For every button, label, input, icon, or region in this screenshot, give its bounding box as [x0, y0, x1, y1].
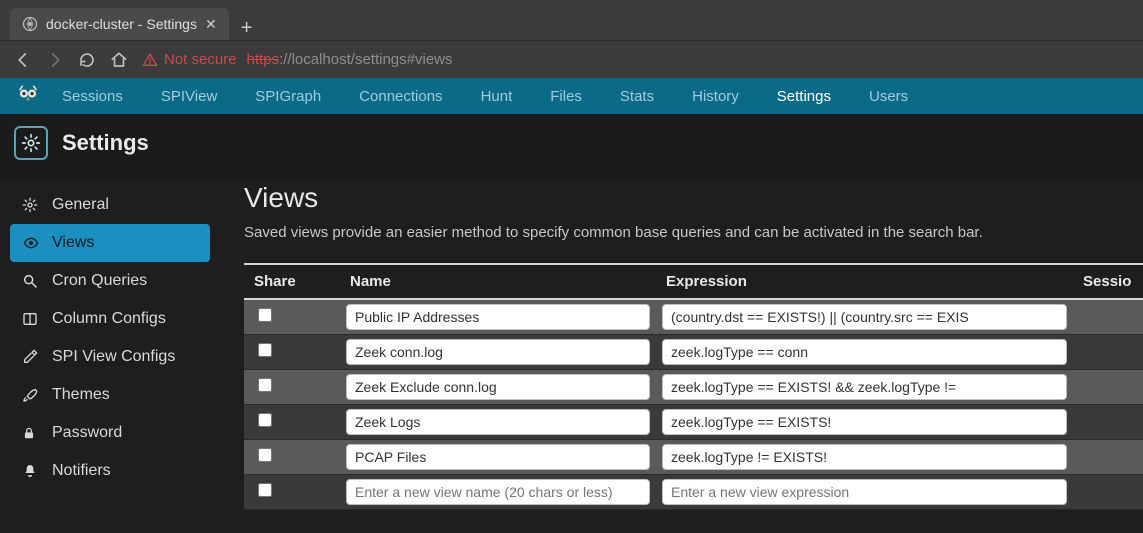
sidebar-item-label: Notifiers [52, 462, 111, 480]
new-tab-button[interactable]: + [229, 17, 265, 40]
nav-hunt[interactable]: Hunt [481, 88, 513, 105]
sidebar-item-label: SPI View Configs [52, 348, 175, 366]
sidebar-item-label: Password [52, 424, 122, 442]
table-row [244, 299, 1143, 335]
settings-sidebar: General Views Cron Queries Column Configs SP… [0, 178, 220, 531]
app-top-nav: Sessions SPIView SPIGraph Connections Hunt Fi… [0, 78, 1143, 114]
sidebar-item-themes[interactable]: Themes [10, 376, 210, 414]
bell-icon [22, 463, 40, 479]
sidebar-item-spi-view-configs[interactable]: SPI View Configs [10, 338, 210, 376]
new-view-name-input[interactable] [346, 479, 650, 505]
nav-back-icon[interactable] [14, 51, 32, 69]
columns-icon [22, 311, 40, 327]
sidebar-item-label: General [52, 196, 109, 214]
views-heading: Views [244, 182, 1143, 214]
settings-badge-icon [14, 126, 48, 160]
address-bar[interactable]: Not secure https://localhost/settings#vi… [142, 51, 1129, 68]
sidebar-item-column-configs[interactable]: Column Configs [10, 300, 210, 338]
browser-chrome: docker-cluster - Settings ✕ + Not secure… [0, 0, 1143, 78]
nav-sessions[interactable]: Sessions [62, 88, 123, 105]
nav-spiview[interactable]: SPIView [161, 88, 217, 105]
view-name-input[interactable] [346, 409, 650, 435]
url-text: https://localhost/settings#views [247, 51, 453, 68]
tab-title: docker-cluster - Settings [46, 16, 197, 32]
view-expression-input[interactable] [662, 444, 1067, 470]
views-table: Share Name Expression Sessio [244, 263, 1143, 510]
share-checkbox[interactable] [258, 343, 272, 357]
browser-tab[interactable]: docker-cluster - Settings ✕ [10, 8, 229, 40]
view-name-input[interactable] [346, 304, 650, 330]
search-icon [22, 273, 40, 289]
view-expression-input[interactable] [662, 409, 1067, 435]
brush-icon [22, 387, 40, 403]
share-checkbox[interactable] [258, 448, 272, 462]
table-row [244, 440, 1143, 475]
sidebar-item-label: Column Configs [52, 310, 166, 328]
sidebar-item-label: Themes [52, 386, 110, 404]
view-name-input[interactable] [346, 444, 650, 470]
sidebar-item-notifiers[interactable]: Notifiers [10, 452, 210, 490]
col-header-expression[interactable]: Expression [656, 264, 1073, 299]
app-logo-owl-icon[interactable] [14, 82, 42, 110]
security-warning[interactable]: Not secure [142, 51, 237, 68]
tab-close-icon[interactable]: ✕ [205, 16, 217, 33]
table-row [244, 405, 1143, 440]
view-expression-input[interactable] [662, 374, 1067, 400]
page-header: Settings [0, 114, 1143, 178]
table-row [244, 370, 1143, 405]
main-content: Views Saved views provide an easier meth… [220, 178, 1143, 531]
nav-stats[interactable]: Stats [620, 88, 654, 105]
nav-reload-icon[interactable] [78, 51, 96, 69]
table-row-new [244, 475, 1143, 510]
sidebar-item-label: Cron Queries [52, 272, 147, 290]
col-header-share[interactable]: Share [244, 264, 340, 299]
view-expression-input[interactable] [662, 339, 1067, 365]
nav-forward-icon [46, 51, 64, 69]
sidebar-item-cron-queries[interactable]: Cron Queries [10, 262, 210, 300]
tab-favicon [22, 16, 38, 32]
sidebar-item-general[interactable]: General [10, 186, 210, 224]
view-expression-input[interactable] [662, 304, 1067, 330]
new-view-expression-input[interactable] [662, 479, 1067, 505]
page-title: Settings [62, 130, 149, 156]
dropper-icon [22, 349, 40, 365]
view-name-input[interactable] [346, 339, 650, 365]
nav-history[interactable]: History [692, 88, 739, 105]
nav-files[interactable]: Files [550, 88, 582, 105]
sidebar-item-views[interactable]: Views [10, 224, 210, 262]
not-secure-label: Not secure [164, 51, 237, 68]
col-header-name[interactable]: Name [340, 264, 656, 299]
share-checkbox[interactable] [258, 378, 272, 392]
nav-settings[interactable]: Settings [777, 88, 831, 105]
table-row [244, 335, 1143, 370]
col-header-session[interactable]: Sessio [1073, 264, 1143, 299]
sidebar-item-label: Views [52, 234, 94, 252]
gear-icon [22, 197, 40, 213]
share-checkbox[interactable] [258, 308, 272, 322]
share-checkbox[interactable] [258, 413, 272, 427]
warning-triangle-icon [142, 52, 158, 68]
eye-icon [22, 235, 40, 251]
browser-toolbar: Not secure https://localhost/settings#vi… [0, 40, 1143, 78]
views-description: Saved views provide an easier method to … [244, 224, 1143, 241]
share-checkbox[interactable] [258, 483, 272, 497]
nav-spigraph[interactable]: SPIGraph [255, 88, 321, 105]
view-name-input[interactable] [346, 374, 650, 400]
lock-icon [22, 425, 40, 441]
browser-tabs: docker-cluster - Settings ✕ + [0, 0, 1143, 40]
nav-users[interactable]: Users [869, 88, 908, 105]
nav-connections[interactable]: Connections [359, 88, 442, 105]
sidebar-item-password[interactable]: Password [10, 414, 210, 452]
nav-home-icon[interactable] [110, 51, 128, 69]
